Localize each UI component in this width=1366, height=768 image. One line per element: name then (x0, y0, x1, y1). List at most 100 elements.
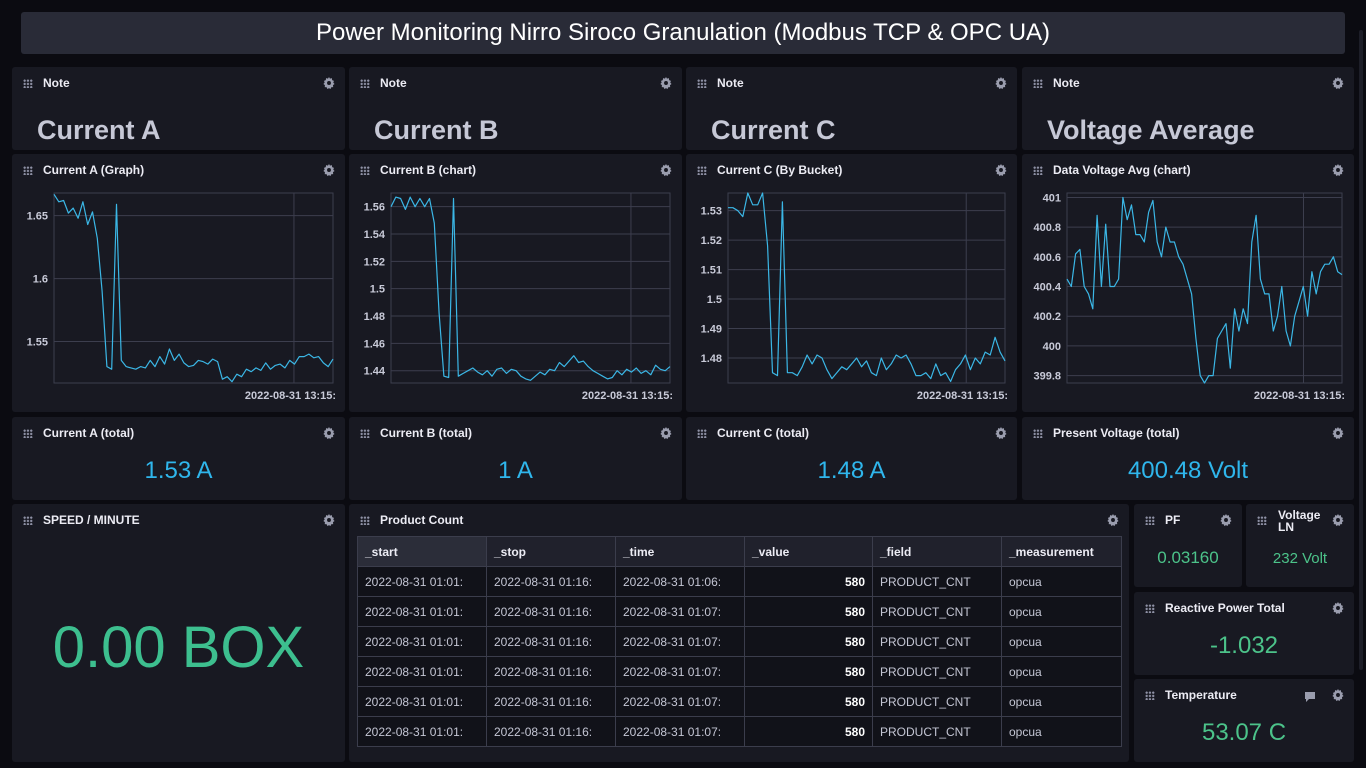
table-cell: 580 (744, 656, 873, 687)
cell-title: Note (43, 76, 70, 90)
note-text: Current C (711, 115, 836, 145)
y-tick-label: 1.49 (701, 324, 722, 336)
column-header-time[interactable]: _time (615, 536, 745, 567)
cell-title-line-2: LN (1278, 520, 1294, 534)
column-header-field[interactable]: _field (872, 536, 1002, 567)
gear-icon[interactable] (660, 427, 672, 439)
graph-cell-current-b[interactable]: 1.44 1.46 1.48 1.5 1.52 1.54 1.56 2022-08-31 13… (349, 154, 682, 412)
column-header-stop[interactable]: _stop (486, 536, 616, 567)
graph-cell-voltage-avg[interactable]: 399.8 400 400.2 400.4 400.6 400.8 401 2022-08-3… (1022, 154, 1354, 412)
drag-handle-icon[interactable] (360, 516, 370, 525)
table-cell: PRODUCT_CNT (872, 626, 1002, 657)
gear-icon[interactable] (1332, 514, 1344, 526)
drag-handle-icon[interactable] (23, 79, 33, 88)
line-chart[interactable]: 1.48 1.49 1.5 1.51 1.52 1.53 2022-08-31 13:15: (686, 154, 1017, 412)
gear-icon[interactable] (323, 77, 335, 89)
line-chart[interactable]: 399.8 400 400.2 400.4 400.6 400.8 401 2022-08-3… (1022, 154, 1354, 412)
drag-handle-icon[interactable] (1145, 691, 1155, 700)
gear-icon[interactable] (1220, 514, 1232, 526)
drag-handle-icon[interactable] (1033, 429, 1043, 438)
table-row: 2022-08-31 01:01: 2022-08-31 01:16: 2022… (357, 716, 1122, 747)
gear-icon[interactable] (1332, 164, 1344, 176)
cell-title: Reactive Power Total (1165, 601, 1285, 615)
table-cell: opcua (1001, 686, 1122, 717)
table-cell: 2022-08-31 01:06: (615, 566, 745, 597)
table-cell: 2022-08-31 01:16: (486, 566, 616, 597)
gear-icon[interactable] (660, 77, 672, 89)
y-tick-label: 400.2 (1033, 311, 1061, 323)
y-tick-label: 1.48 (364, 311, 385, 323)
reactive-power-value: -1.032 (1209, 632, 1279, 659)
y-tick-label: 401 (1043, 192, 1061, 204)
series-line (1066, 196, 1343, 384)
series-line (53, 193, 334, 383)
table-cell: 2022-08-31 01:01: (357, 716, 487, 747)
note-cell-current-c: Note Current C (686, 67, 1017, 150)
gear-icon[interactable] (995, 164, 1007, 176)
y-tick-label: 1.56 (364, 202, 385, 214)
gear-icon[interactable] (323, 164, 335, 176)
stat-cell-current-a-total: Current A (total) 1.53 A (12, 417, 345, 500)
drag-handle-icon[interactable] (1033, 79, 1043, 88)
note-text: Current B (374, 115, 499, 145)
cell-title: Current B (chart) (380, 163, 477, 177)
stat-value: 400.48 Volt (1127, 457, 1249, 484)
table-cell: 2022-08-31 01:16: (486, 686, 616, 717)
drag-handle-icon[interactable] (360, 79, 370, 88)
stat-cell-voltage-ln: Voltage LN 232 Volt (1246, 504, 1354, 587)
gear-icon[interactable] (1332, 77, 1344, 89)
drag-handle-icon[interactable] (23, 166, 33, 175)
drag-handle-icon[interactable] (1145, 604, 1155, 613)
line-chart[interactable]: 1.44 1.46 1.48 1.5 1.52 1.54 1.56 2022-08-31 13… (349, 154, 682, 412)
line-chart[interactable]: 1.55 1.6 1.65 2022-08-31 13:15: (12, 154, 345, 412)
cell-title: Product Count (380, 513, 464, 527)
stat-cell-pf: PF 0.03160 (1134, 504, 1242, 587)
plot-frame (390, 192, 671, 384)
gear-icon[interactable] (995, 77, 1007, 89)
table-cell: opcua (1001, 716, 1122, 747)
drag-handle-icon[interactable] (23, 516, 33, 525)
drag-handle-icon[interactable] (1257, 516, 1267, 525)
drag-handle-icon[interactable] (23, 429, 33, 438)
stat-value: 1.53 A (144, 457, 213, 484)
drag-handle-icon[interactable] (697, 429, 707, 438)
voltage-ln-value: 232 Volt (1272, 550, 1328, 567)
note-cell-current-a: Note Current A (12, 67, 345, 150)
y-tick-label: 1.54 (364, 229, 386, 241)
gear-icon[interactable] (1332, 427, 1344, 439)
gear-icon[interactable] (323, 514, 335, 526)
y-tick-label: 1.44 (364, 366, 386, 378)
cell-title: Note (380, 76, 407, 90)
drag-handle-icon[interactable] (1033, 166, 1043, 175)
table-row: 2022-08-31 01:01: 2022-08-31 01:16: 2022… (357, 656, 1122, 687)
gear-icon[interactable] (1332, 602, 1344, 614)
graph-cell-current-a[interactable]: 1.55 1.6 1.65 2022-08-31 13:15: Current A (… (12, 154, 345, 412)
drag-handle-icon[interactable] (360, 166, 370, 175)
cell-title: Temperature (1165, 688, 1237, 702)
gear-icon[interactable] (1107, 514, 1119, 526)
series-line (728, 192, 1006, 383)
gear-icon[interactable] (660, 164, 672, 176)
x-tick-label: 2022-08-31 13:15: (245, 390, 336, 402)
table-cell: 2022-08-31 01:16: (486, 656, 616, 687)
page-scrollbar[interactable] (1359, 30, 1363, 670)
table-row: 2022-08-31 01:01: 2022-08-31 01:16: 2022… (357, 566, 1122, 597)
drag-handle-icon[interactable] (360, 429, 370, 438)
column-header-value[interactable]: _value (744, 536, 873, 567)
table-row: 2022-08-31 01:01: 2022-08-31 01:16: 2022… (357, 626, 1122, 657)
column-header-start[interactable]: _start (357, 536, 487, 567)
comment-icon[interactable] (1304, 690, 1316, 702)
table-cell: opcua (1001, 596, 1122, 627)
table-cell-product-count: Product Count _start _stop _time _value … (349, 504, 1129, 762)
drag-handle-icon[interactable] (697, 79, 707, 88)
column-header-measurement[interactable]: _measurement (1001, 536, 1122, 567)
drag-handle-icon[interactable] (697, 166, 707, 175)
table-cell: PRODUCT_CNT (872, 596, 1002, 627)
gear-icon[interactable] (995, 427, 1007, 439)
y-tick-label: 400.6 (1033, 252, 1061, 264)
graph-cell-current-c[interactable]: 1.48 1.49 1.5 1.51 1.52 1.53 2022-08-31 13:15:… (686, 154, 1017, 412)
gear-icon[interactable] (323, 427, 335, 439)
drag-handle-icon[interactable] (1145, 516, 1155, 525)
cell-title: Note (717, 76, 744, 90)
gear-icon[interactable] (1332, 689, 1344, 701)
